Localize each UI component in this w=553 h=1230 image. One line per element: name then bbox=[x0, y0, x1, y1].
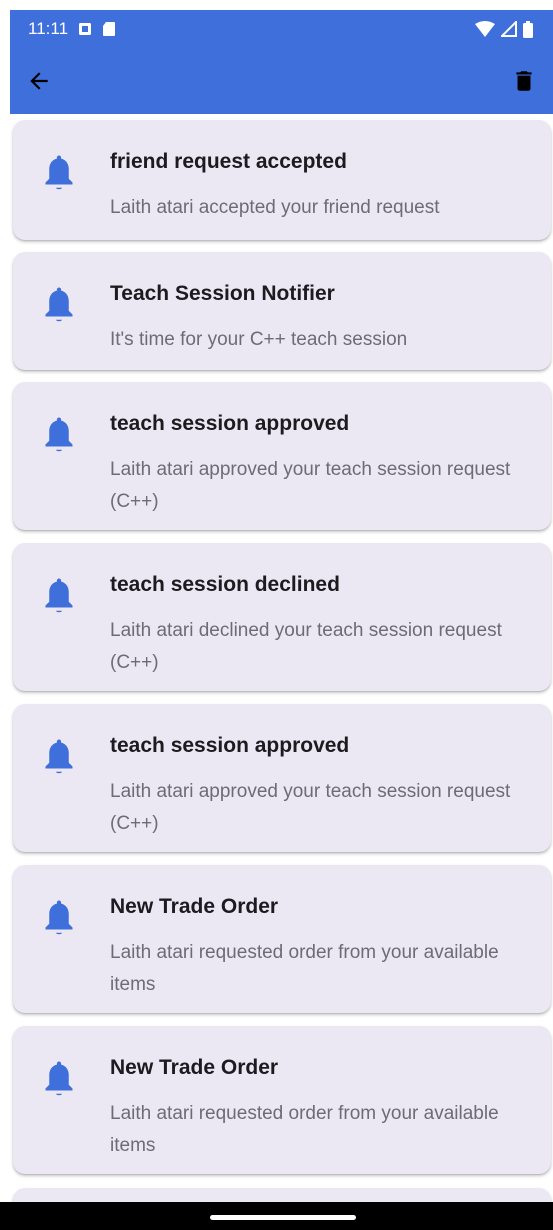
bell-icon bbox=[45, 900, 73, 935]
bell-icon bbox=[45, 417, 73, 452]
signal-icon bbox=[501, 21, 517, 37]
notification-card[interactable]: New Trade Order Laith atari requested or… bbox=[13, 865, 551, 1013]
status-left: 11:11 bbox=[28, 19, 116, 39]
notification-card[interactable]: teach session approved Laith atari appro… bbox=[13, 704, 551, 852]
notification-body: It's time for your C++ teach session bbox=[110, 329, 408, 350]
notification-card[interactable]: teach session approved Laith atari appro… bbox=[13, 382, 551, 530]
home-gesture-handle[interactable] bbox=[210, 1215, 356, 1220]
battery-icon bbox=[523, 20, 533, 38]
notification-title: New Trade Order bbox=[110, 895, 279, 918]
notification-card[interactable]: New Trade Order Laith atari requested or… bbox=[13, 1026, 551, 1174]
sim-notification-icon bbox=[79, 23, 92, 35]
trash-icon[interactable] bbox=[511, 66, 537, 96]
notification-body: Laith atari requested order from your av… bbox=[110, 942, 499, 995]
bell-icon bbox=[45, 578, 73, 613]
notification-body: Laith atari accepted your friend request bbox=[110, 197, 440, 218]
sd-card-icon bbox=[103, 22, 116, 36]
bell-icon bbox=[45, 1061, 73, 1096]
notification-title: teach session approved bbox=[110, 412, 350, 435]
system-navigation-bar bbox=[0, 1202, 553, 1230]
notification-body: Laith atari declined your teach session … bbox=[110, 620, 502, 673]
bell-icon bbox=[45, 739, 73, 774]
notification-card[interactable]: Teach Session Notifier It's time for you… bbox=[13, 252, 551, 370]
bell-icon bbox=[45, 287, 73, 322]
notification-body: Laith atari requested order from your av… bbox=[110, 1103, 499, 1156]
notification-title: New Trade Order bbox=[110, 1056, 279, 1079]
notification-card[interactable]: friend request accepted Laith atari acce… bbox=[13, 120, 551, 240]
notification-body: Laith atari approved your teach session … bbox=[110, 781, 511, 834]
bell-icon bbox=[45, 155, 73, 190]
notification-title: teach session declined bbox=[110, 573, 340, 596]
status-time: 11:11 bbox=[28, 19, 69, 38]
notification-title: Teach Session Notifier bbox=[110, 282, 335, 305]
status-bar: 11:11 bbox=[10, 10, 553, 48]
notification-body: Laith atari approved your teach session … bbox=[110, 459, 511, 512]
arrow-back-icon[interactable] bbox=[26, 68, 52, 94]
status-right bbox=[475, 20, 533, 38]
notification-card-partial[interactable] bbox=[13, 1188, 551, 1202]
notification-list[interactable]: friend request accepted Laith atari acce… bbox=[10, 116, 553, 1202]
wifi-icon bbox=[475, 21, 495, 37]
notification-card[interactable]: teach session declined Laith atari decli… bbox=[13, 543, 551, 691]
notification-title: friend request accepted bbox=[110, 150, 347, 173]
app-bar bbox=[10, 48, 553, 114]
notification-title: teach session approved bbox=[110, 734, 350, 757]
